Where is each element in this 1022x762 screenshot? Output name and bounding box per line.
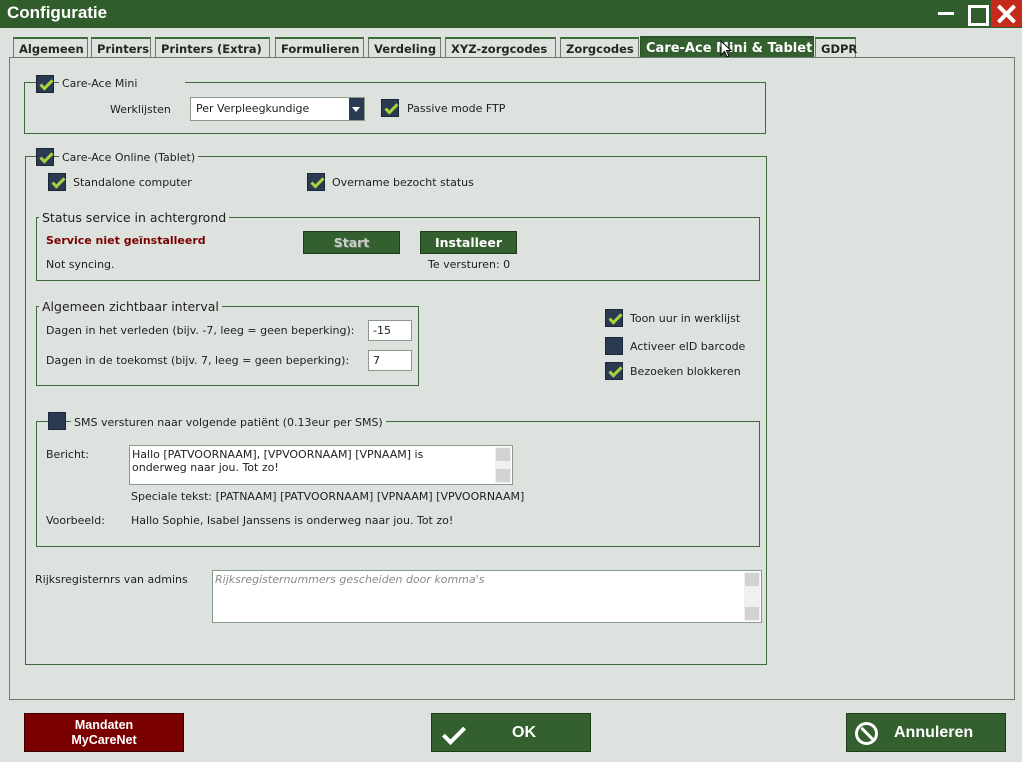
bezoeken-blokkeren-checkbox[interactable] [605,362,623,380]
close-icon[interactable] [991,0,1022,27]
status-service-title: Status service in achtergrond [39,210,230,225]
care-ace-mini-group: Care-Ace Mini Werklijsten Per Verpleegku… [24,75,766,134]
ok-label: OK [512,724,536,741]
annuleren-button[interactable]: Annuleren [846,713,1006,752]
standalone-label: Standalone computer [73,176,192,189]
tab-printers[interactable]: Printers [91,37,151,57]
chevron-down-icon[interactable] [349,98,364,120]
tab-zorgcodes[interactable]: Zorgcodes [560,37,639,57]
interval-group: Algemeen zichtbaar interval Dagen in het… [36,299,419,386]
tab-algemeen[interactable]: Algemeen [13,37,88,57]
mandaten-mycarenet-button[interactable]: Mandaten MyCareNet [24,713,184,752]
passive-ftp-checkbox[interactable] [381,99,399,117]
mandaten-line2: MyCareNet [71,733,137,747]
toon-uur-checkbox[interactable] [605,309,623,327]
bericht-scrollbar[interactable] [495,447,511,483]
rijksregister-label: Rijksregisternrs van admins [35,573,188,586]
future-days-input[interactable] [368,350,412,371]
past-days-label: Dagen in het verleden (bijv. -7, leeg = … [46,324,355,337]
sms-title: SMS versturen naar volgende patiënt (0.1… [71,416,386,429]
scroll-up-icon[interactable] [745,573,759,586]
ok-button[interactable]: OK [431,713,591,752]
sms-checkbox[interactable] [48,412,66,430]
tab-verdeling[interactable]: Verdeling [368,37,441,57]
werklijsten-select-value: Per Verpleegkundige [196,102,310,115]
scroll-down-icon[interactable] [745,607,759,620]
past-days-input[interactable] [368,320,412,341]
care-ace-online-group: Care-Ace Online (Tablet) Standalone comp… [25,148,767,665]
te-versturen-text: Te versturen: 0 [428,258,511,271]
standalone-checkbox[interactable] [48,173,66,191]
overname-checkbox[interactable] [307,173,325,191]
bericht-label: Bericht: [46,448,89,461]
status-service-group: Status service in achtergrond Service ni… [36,210,760,281]
tab-printers-extra[interactable]: Printers (Extra) [155,37,270,57]
activeer-eid-checkbox[interactable] [605,337,623,355]
cancel-icon [855,722,878,745]
rijksregister-placeholder: Rijksregisternummers gescheiden door kom… [215,573,485,586]
speciale-tekst-label: Speciale tekst: [PATNAAM] [PATVOORNAAM] … [131,490,525,503]
werklijsten-select[interactable]: Per Verpleegkundige [190,97,365,121]
install-button[interactable]: Installeer [420,231,517,254]
care-ace-mini-checkbox[interactable] [36,75,54,93]
bericht-textarea[interactable]: Hallo [PATVOORNAAM], [VPVOORNAAM] [VPNAA… [129,445,513,485]
overname-label: Overname bezocht status [332,176,474,189]
care-ace-online-checkbox[interactable] [36,148,54,166]
tab-xyz-zorgcodes[interactable]: XYZ-zorgcodes [445,37,556,57]
start-button[interactable]: Start [303,231,400,254]
care-ace-mini-title: Care-Ace Mini [59,77,185,91]
mandaten-line1: Mandaten [74,718,134,732]
rijksregister-textarea[interactable]: Rijksregisternummers gescheiden door kom… [212,570,762,623]
title-bar: Configuratie [0,0,1022,28]
scroll-down-icon[interactable] [496,469,510,482]
voorbeeld-label: Voorbeeld: [46,514,105,527]
voorbeeld-text: Hallo Sophie, Isabel Janssens is onderwe… [131,514,454,527]
window-title: Configuratie [7,3,108,22]
toon-uur-label: Toon uur in werklijst [630,312,741,325]
tab-panel: Care-Ace Mini Werklijsten Per Verpleegku… [9,57,1015,700]
bericht-text: Hallo [PATVOORNAAM], [VPVOORNAAM] [VPNAA… [132,448,424,474]
future-days-label: Dagen in de toekomst (bijv. 7, leeg = ge… [46,354,350,367]
bezoeken-blokkeren-label: Bezoeken blokkeren [630,365,741,378]
passive-ftp-label: Passive mode FTP [407,102,506,115]
scroll-up-icon[interactable] [496,448,510,461]
interval-title: Algemeen zichtbaar interval [39,299,222,314]
care-ace-online-title: Care-Ace Online (Tablet) [59,151,199,164]
sms-group: SMS versturen naar volgende patiënt (0.1… [36,412,760,547]
werklijsten-label: Werklijsten [110,103,171,116]
mouse-cursor-icon [720,40,732,58]
activeer-eid-label: Activeer eID barcode [630,340,746,353]
annuleren-label: Annuleren [894,724,974,741]
tab-gdpr[interactable]: GDPR [815,37,857,57]
checkmark-icon [442,723,464,743]
maximize-icon[interactable] [961,0,991,27]
minimize-icon[interactable] [931,0,961,27]
rijksregister-scrollbar[interactable] [744,572,760,621]
dialog-body: Algemeen Printers Printers (Extra) Formu… [0,28,1022,762]
service-status-text: Service niet geïnstalleerd [46,234,206,247]
tab-formulieren[interactable]: Formulieren [275,37,364,57]
sync-status-text: Not syncing. [46,258,115,271]
